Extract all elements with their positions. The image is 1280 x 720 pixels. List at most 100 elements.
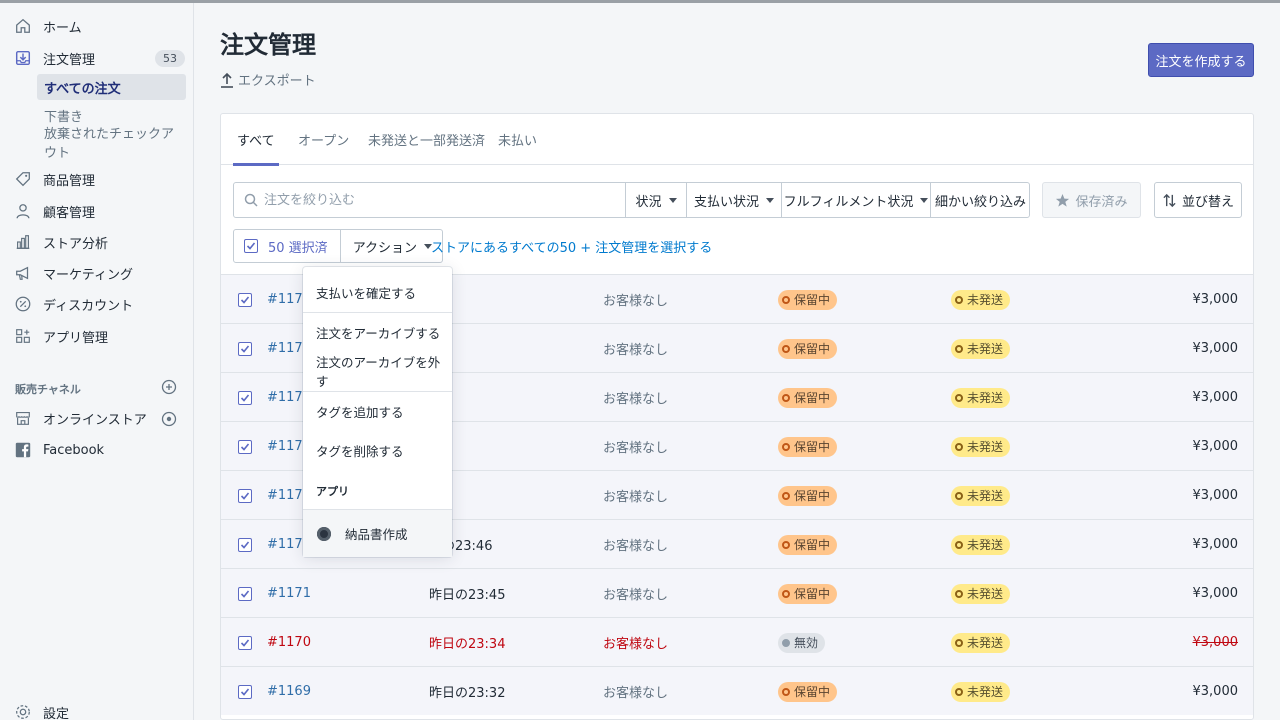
search-input[interactable] bbox=[264, 192, 614, 208]
fulfillment-status-badge: 未発送 bbox=[951, 422, 1011, 471]
sidebar: ホーム 注文管理 53 すべての注文 下書き 放棄されたチェックアウト 商品管理… bbox=[0, 3, 194, 720]
menu-item-add-tags[interactable]: タグを追加する bbox=[303, 391, 452, 431]
payment-status-badge: 保留中 bbox=[778, 275, 838, 324]
order-customer: お客様なし bbox=[603, 637, 669, 652]
menu-item-confirm-payment[interactable]: 支払いを確定する bbox=[303, 272, 452, 312]
sidebar-item-analytics[interactable]: ストア分析 bbox=[14, 230, 185, 254]
fulfillment-status-badge: 未発送 bbox=[951, 520, 1011, 569]
tab-unpaid[interactable]: 未払い bbox=[498, 114, 537, 165]
selected-count-label: 50 選択済 bbox=[268, 240, 328, 256]
table-row[interactable]: #1169 昨日の23:32 お客様なし 保留中 未発送 ¥3,000 bbox=[221, 666, 1253, 715]
fulfillment-status-badge: 未発送 bbox=[951, 569, 1011, 618]
actions-dropdown-button[interactable]: アクション bbox=[341, 230, 442, 262]
payment-badge-pill: 保留中 bbox=[778, 338, 838, 359]
sidebar-item-facebook[interactable]: Facebook bbox=[14, 438, 185, 462]
apps-grid-icon bbox=[14, 327, 32, 345]
sort-button[interactable]: 並び替え bbox=[1154, 182, 1242, 218]
sort-label: 並び替え bbox=[1181, 194, 1234, 210]
sidebar-item-discounts[interactable]: ディスカウント bbox=[14, 292, 185, 316]
fulfillment-status-label: 未発送 bbox=[967, 342, 1004, 356]
search-box bbox=[234, 183, 626, 217]
select-all-orders-link[interactable]: ストアにあるすべての50 + 注文管理を選択する bbox=[431, 237, 712, 256]
row-checkbox[interactable] bbox=[238, 292, 252, 307]
row-checkbox-wrap bbox=[238, 373, 252, 422]
fulfillment-status-filter-label: フルフィルメント状況 bbox=[783, 194, 914, 210]
fulfillment-badge-pill: 未発送 bbox=[951, 681, 1011, 702]
row-checkbox[interactable] bbox=[238, 586, 252, 601]
order-customer: お客様なし bbox=[603, 294, 669, 309]
tab-all[interactable]: すべて bbox=[233, 114, 279, 166]
sidebar-subitem-abandoned-checkouts[interactable]: 放棄されたチェックアウト bbox=[37, 127, 186, 161]
sidebar-item-customers[interactable]: 顧客管理 bbox=[14, 199, 185, 223]
payment-status-badge: 保留中 bbox=[778, 569, 838, 618]
row-checkbox-wrap bbox=[238, 275, 252, 324]
order-total: ¥3,000 bbox=[1192, 586, 1239, 601]
upload-icon bbox=[221, 72, 233, 88]
bulk-select-toggle[interactable]: 50 選択済 bbox=[234, 230, 341, 262]
bulk-checkbox[interactable] bbox=[244, 239, 258, 253]
sidebar-item-marketing[interactable]: マーケティング bbox=[14, 261, 185, 285]
menu-item-unarchive[interactable]: 注文のアーカイブを外す bbox=[303, 351, 452, 391]
row-checkbox[interactable] bbox=[238, 684, 252, 699]
menu-item-remove-tags[interactable]: タグを削除する bbox=[303, 430, 452, 470]
order-number-link[interactable]: #1170 bbox=[267, 618, 311, 667]
table-row[interactable]: #1171 昨日の23:45 お客様なし 保留中 未発送 ¥3,000 bbox=[221, 568, 1253, 617]
sidebar-item-online-store[interactable]: オンラインストア bbox=[14, 406, 185, 430]
sales-channels-title: 販売チャネル bbox=[15, 383, 81, 396]
sidebar-item-label: マーケティング bbox=[43, 267, 133, 283]
payment-status-badge: 保留中 bbox=[778, 667, 838, 716]
checkmark-icon bbox=[240, 491, 250, 500]
sidebar-item-settings[interactable]: 設定 bbox=[14, 700, 185, 720]
status-dot-icon bbox=[955, 589, 963, 598]
tab-unfulfilled-partial[interactable]: 未発送と一部発送済 bbox=[368, 114, 485, 165]
more-filters-button[interactable]: 細かい絞り込み bbox=[931, 183, 1030, 217]
order-total: ¥3,000 bbox=[1192, 439, 1239, 454]
payment-badge-pill: 保留中 bbox=[778, 534, 838, 555]
sidebar-subitem-all-orders[interactable]: すべての注文 bbox=[37, 74, 186, 100]
add-channel-plus-icon[interactable] bbox=[161, 379, 177, 395]
row-checkbox-wrap bbox=[238, 569, 252, 618]
menu-item-archive[interactable]: 注文をアーカイブする bbox=[303, 312, 452, 352]
tab-open[interactable]: オープン bbox=[298, 114, 349, 165]
order-total: ¥3,000 bbox=[1192, 537, 1239, 552]
status-dot-icon bbox=[782, 638, 790, 647]
storefront-icon bbox=[14, 409, 32, 427]
row-checkbox[interactable] bbox=[238, 537, 252, 552]
payment-status-badge: 無効 bbox=[778, 618, 826, 667]
fulfillment-status-badge: 未発送 bbox=[951, 667, 1011, 716]
status-dot-icon bbox=[782, 442, 790, 451]
row-checkbox[interactable] bbox=[238, 341, 252, 356]
row-checkbox[interactable] bbox=[238, 390, 252, 405]
payment-status-badge: 保留中 bbox=[778, 422, 838, 471]
fulfillment-status-filter-button[interactable]: フルフィルメント状況 bbox=[782, 183, 931, 217]
checkmark-icon bbox=[240, 442, 250, 451]
row-checkbox[interactable] bbox=[238, 488, 252, 503]
payment-status-badge: 保留中 bbox=[778, 471, 838, 520]
bar-chart-icon bbox=[14, 233, 32, 251]
order-customer: お客様なし bbox=[603, 539, 669, 554]
sidebar-item-label: Facebook bbox=[43, 442, 105, 458]
row-checkbox[interactable] bbox=[238, 635, 252, 650]
row-checkbox[interactable] bbox=[238, 439, 252, 454]
payment-status-filter-button[interactable]: 支払い状況 bbox=[687, 183, 782, 217]
export-button[interactable]: エクスポート bbox=[220, 70, 316, 89]
sidebar-item-apps[interactable]: アプリ管理 bbox=[14, 324, 185, 348]
fulfillment-status-label: 未発送 bbox=[967, 391, 1004, 405]
saved-search-button: 保存済み bbox=[1042, 182, 1141, 218]
star-icon bbox=[1056, 193, 1070, 207]
fulfillment-status-label: 未発送 bbox=[967, 636, 1004, 650]
checkmark-icon bbox=[240, 589, 250, 598]
create-order-button[interactable]: 注文を作成する bbox=[1148, 43, 1254, 77]
sidebar-item-products[interactable]: 商品管理 bbox=[14, 167, 185, 191]
sidebar-item-home[interactable]: ホーム bbox=[14, 14, 185, 38]
status-filter-button[interactable]: 状況 bbox=[626, 183, 687, 217]
order-tabs: すべて オープン 未発送と一部発送済 未払い bbox=[221, 114, 1253, 166]
payment-status-badge: 保留中 bbox=[778, 373, 838, 422]
sidebar-item-orders[interactable]: 注文管理 53 bbox=[14, 46, 185, 70]
order-number-link[interactable]: #1171 bbox=[267, 569, 311, 618]
view-store-eye-icon[interactable] bbox=[161, 411, 177, 427]
table-row[interactable]: #1170 昨日の23:34 お客様なし 無効 未発送 ¥3,000 bbox=[221, 617, 1253, 666]
order-number-link[interactable]: #1169 bbox=[267, 667, 311, 716]
menu-item-invoice-app[interactable]: 納品書作成 bbox=[303, 509, 452, 557]
order-customer: お客様なし bbox=[603, 490, 669, 505]
